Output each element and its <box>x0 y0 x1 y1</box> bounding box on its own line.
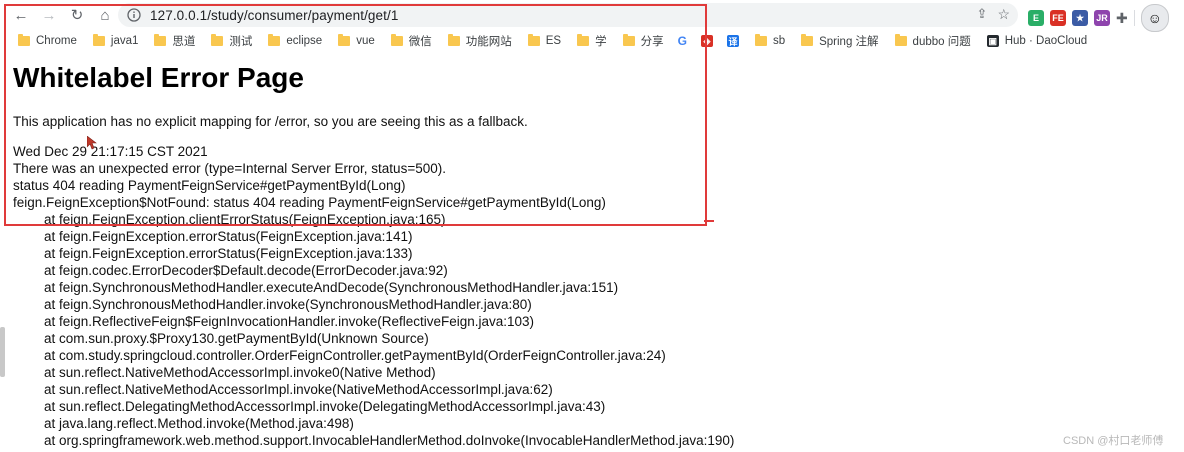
stack-trace-line: at java.lang.reflect.Method.invoke(Metho… <box>44 416 354 431</box>
stack-trace-line: at feign.SynchronousMethodHandler.invoke… <box>44 297 532 312</box>
stack-trace-line: at org.springframework.web.method.suppor… <box>44 433 735 448</box>
share-icon[interactable]: ⇪ <box>977 6 988 23</box>
evernote-extension-icon[interactable]: E <box>1028 10 1044 26</box>
stack-trace-line: at feign.FeignException.errorStatus(Feig… <box>44 229 413 244</box>
fe-extension-icon[interactable]: FE <box>1050 10 1066 26</box>
folder-icon <box>801 34 814 46</box>
bookmark-item-daocloud[interactable]: ▣ Hub · DaoCloud <box>986 30 1087 52</box>
profile-avatar[interactable]: ☺ <box>1140 4 1169 32</box>
folder-icon <box>754 34 767 46</box>
bookmark-item-sb[interactable]: sb <box>754 30 785 52</box>
stack-trace-line: at sun.reflect.NativeMethodAccessorImpl.… <box>44 382 553 397</box>
bookmark-item-spring[interactable]: Spring 注解 <box>801 30 879 52</box>
stack-trace-line: at feign.ReflectiveFeign$FeignInvocation… <box>44 314 535 329</box>
red-highlight-annotation <box>4 4 707 226</box>
toolbar-divider <box>1133 10 1135 26</box>
stack-trace-line: at com.study.springcloud.controller.Orde… <box>44 348 666 363</box>
folder-icon <box>894 34 907 46</box>
stack-trace-line: at sun.reflect.NativeMethodAccessorImpl.… <box>44 365 436 380</box>
puzzle-extensions-icon[interactable]: ✚ <box>1116 10 1128 27</box>
mouse-cursor-icon <box>86 135 97 155</box>
bookmark-translate-icon[interactable]: 译 <box>726 30 739 52</box>
daocloud-icon: ▣ <box>986 35 999 47</box>
stack-trace-line: at com.sun.proxy.$Proxy130.getPaymentByI… <box>44 331 429 346</box>
bookmark-item-dubbo[interactable]: dubbo 问题 <box>894 30 971 52</box>
stack-trace-line: at feign.SynchronousMethodHandler.execut… <box>44 280 619 295</box>
stack-trace-line: at feign.codec.ErrorDecoder$Default.deco… <box>44 263 448 278</box>
bookmark-star-icon[interactable]: ☆ <box>997 6 1010 23</box>
red-annotation-tick <box>704 220 714 222</box>
watermark: CSDN @村口老师傅 <box>1063 435 1164 447</box>
scrollbar-thumb[interactable] <box>0 327 5 377</box>
star-extension-icon[interactable]: ★ <box>1072 10 1088 26</box>
stack-trace-line: at sun.reflect.DelegatingMethodAccessorI… <box>44 399 606 414</box>
jrp-extension-icon[interactable]: JR <box>1094 10 1110 26</box>
stack-trace-line: at feign.FeignException.errorStatus(Feig… <box>44 246 413 261</box>
